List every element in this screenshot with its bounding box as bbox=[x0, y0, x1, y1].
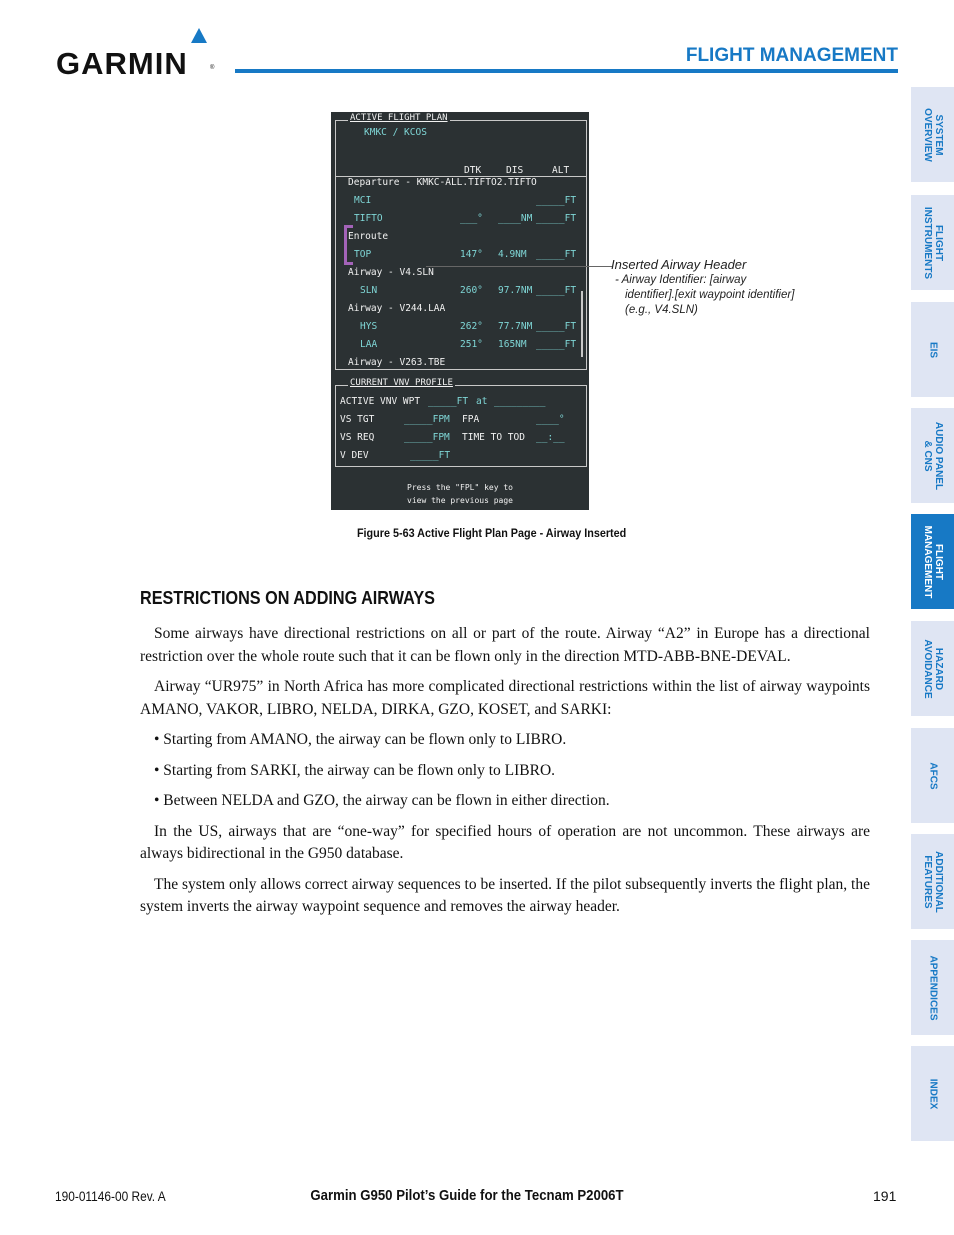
chapter-tab-label: ADDITIONAL FEATURES bbox=[921, 850, 944, 913]
callout-leader-line bbox=[426, 266, 612, 267]
vnv-profile-box: CURRENT VNV PROFILE ACTIVE VNV WPT _____… bbox=[335, 378, 587, 467]
route-label: KMKC / KCOS bbox=[364, 127, 427, 138]
fpl-box: ACTIVE FLIGHT PLAN KMKC / KCOS DTK DIS A… bbox=[335, 113, 587, 370]
fpl-dis: 4.9NM bbox=[498, 249, 527, 260]
fpl-dtk: ___° bbox=[460, 213, 483, 224]
chapter-tab-label: HAZARD AVOIDANCE bbox=[921, 638, 944, 699]
vs-req-value: _____FPM bbox=[404, 432, 450, 443]
fpl-waypoint[interactable]: TIFTO bbox=[354, 213, 383, 224]
chapter-tab[interactable]: FLIGHT INSTRUMENTS bbox=[911, 195, 954, 290]
tod-value: __:__ bbox=[536, 432, 565, 443]
footer-title-text: Garmin G950 Pilot’s Guide for the Tecnam… bbox=[310, 1187, 624, 1204]
vdev-label: V DEV bbox=[340, 450, 369, 461]
fpl-dis: 165NM bbox=[498, 339, 527, 350]
chapter-tab-label: APPENDICES bbox=[927, 954, 938, 1021]
chapter-tab-label: EIS bbox=[927, 341, 938, 358]
fpl-leg-header[interactable]: Departure - KMKC-ALL.TIFTO2.TIFTO bbox=[348, 177, 537, 188]
chapter-tab-label: AUDIO PANEL & CNS bbox=[921, 421, 944, 490]
figure-caption: Figure 5-63 Active Flight Plan Page - Ai… bbox=[0, 526, 954, 540]
scrollbar[interactable] bbox=[581, 291, 583, 357]
callout-line-2: identifier].[exit waypoint identifier] bbox=[625, 289, 795, 301]
chapter-tab[interactable]: ADDITIONAL FEATURES bbox=[911, 834, 954, 929]
callout-line-3: (e.g., V4.SLN) bbox=[625, 304, 698, 316]
fpl-waypoint[interactable]: TOP bbox=[354, 249, 371, 260]
fpl-waypoint[interactable]: LAA bbox=[360, 339, 377, 350]
vs-req-label: VS REQ bbox=[340, 432, 375, 443]
bullet-item: • Starting from AMANO, the airway can be… bbox=[154, 731, 567, 748]
fpl-leg-header[interactable]: Airway - V244.LAA bbox=[348, 303, 445, 314]
col-alt: ALT bbox=[552, 165, 570, 176]
chapter-tab-label: SYSTEM OVERVIEW bbox=[921, 107, 944, 162]
active-vnv-wpt: _________ bbox=[494, 396, 546, 407]
bullet-item: • Starting from SARKI, the airway can be… bbox=[154, 761, 556, 779]
vs-tgt-value: _____FPM bbox=[404, 414, 450, 425]
fpl-dis: 77.7NM bbox=[498, 321, 533, 332]
chapter-tab[interactable]: INDEX bbox=[911, 1046, 954, 1141]
active-vnv-at: at bbox=[476, 396, 488, 407]
fpl-leg-header[interactable]: Airway - V263.TBE bbox=[348, 357, 445, 368]
col-dis: DIS bbox=[506, 165, 524, 176]
fpl-leg-header[interactable]: Enroute bbox=[348, 231, 388, 242]
fpl-dtk: 251° bbox=[460, 339, 483, 350]
prompt-line-1: Press the "FPL" key to bbox=[407, 483, 513, 492]
fpl-alt: _____FT bbox=[536, 285, 577, 296]
fpl-title: ACTIVE FLIGHT PLAN bbox=[348, 113, 450, 123]
section-heading: RESTRICTIONS ON ADDING AIRWAYS bbox=[140, 588, 435, 608]
chapter-tab[interactable]: AUDIO PANEL & CNS bbox=[911, 408, 954, 503]
fpl-dtk: 260° bbox=[460, 285, 483, 296]
header-rule bbox=[235, 69, 898, 73]
active-vnv-value: _____FT bbox=[428, 396, 469, 407]
paragraph: The system only allows correct airway se… bbox=[140, 875, 870, 916]
active-flight-plan-screen: ACTIVE FLIGHT PLAN KMKC / KCOS DTK DIS A… bbox=[331, 112, 589, 510]
chapter-tab-label: FLIGHT MANAGEMENT bbox=[921, 525, 944, 598]
fpl-waypoint[interactable]: HYS bbox=[360, 321, 377, 332]
vs-tgt-label: VS TGT bbox=[340, 414, 375, 425]
fpl-alt: _____FT bbox=[536, 195, 577, 206]
figure-caption-text: Figure 5-63 Active Flight Plan Page - Ai… bbox=[357, 526, 627, 540]
page-number: 191 bbox=[873, 1188, 897, 1204]
fpl-dis: ____NM bbox=[498, 213, 533, 224]
fpl-alt: _____FT bbox=[536, 321, 577, 332]
fpl-dis: 97.7NM bbox=[498, 285, 533, 296]
callout-line-1: - Airway Identifier: [airway bbox=[615, 274, 747, 286]
col-dtk: DTK bbox=[464, 165, 482, 176]
active-vnv-label: ACTIVE VNV WPT bbox=[340, 396, 421, 407]
callout-title: Inserted Airway Header bbox=[611, 257, 747, 272]
footer-title: Garmin G950 Pilot’s Guide for the Tecnam… bbox=[0, 1187, 954, 1204]
fpl-alt: _____FT bbox=[536, 339, 577, 350]
prompt-line-2: view the previous page bbox=[407, 496, 513, 505]
chapter-tab[interactable]: EIS bbox=[911, 302, 954, 397]
chapter-tab-label: FLIGHT INSTRUMENTS bbox=[921, 206, 944, 279]
chapter-tab[interactable]: FLIGHT MANAGEMENT bbox=[911, 514, 954, 609]
garmin-delta-icon bbox=[191, 28, 207, 43]
chapter-tab[interactable]: SYSTEM OVERVIEW bbox=[911, 87, 954, 182]
fpa-label: FPA bbox=[462, 414, 480, 425]
bullet-item: • Between NELDA and GZO, the airway can … bbox=[154, 792, 610, 809]
tod-label: TIME TO TOD bbox=[462, 432, 525, 443]
garmin-logo: GARMIN bbox=[56, 46, 188, 81]
fpl-waypoint[interactable]: SLN bbox=[360, 285, 377, 296]
fpl-alt: _____FT bbox=[536, 213, 577, 224]
paragraph: In the US, airways that are “one-way” fo… bbox=[140, 822, 870, 863]
fpl-leg-header[interactable]: Airway - V4.SLN bbox=[348, 267, 434, 278]
fpl-dtk: 147° bbox=[460, 249, 483, 260]
chapter-tab-label: AFCS bbox=[927, 761, 938, 790]
callout: Inserted Airway Header - Airway Identifi… bbox=[611, 257, 794, 318]
paragraph: Some airways have directional restrictio… bbox=[140, 625, 870, 665]
vdev-value: _____FT bbox=[410, 450, 451, 461]
chapter-tab[interactable]: HAZARD AVOIDANCE bbox=[911, 621, 954, 716]
vnv-title: CURRENT VNV PROFILE bbox=[348, 378, 455, 388]
chapter-tab[interactable]: APPENDICES bbox=[911, 940, 954, 1035]
fpl-alt: _____FT bbox=[536, 249, 577, 260]
chapter-tab-label: INDEX bbox=[927, 1078, 938, 1109]
registered-mark: ® bbox=[210, 65, 215, 71]
chapter-tab[interactable]: AFCS bbox=[911, 728, 954, 823]
fpa-value: ____° bbox=[536, 414, 565, 425]
section-title: FLIGHT MANAGEMENT bbox=[685, 45, 898, 66]
fpl-dtk: 262° bbox=[460, 321, 483, 332]
section-body: Some airways have directional restrictio… bbox=[140, 623, 870, 927]
fpl-waypoint[interactable]: MCI bbox=[354, 195, 371, 206]
paragraph: Airway “UR975” in North Africa has more … bbox=[140, 678, 870, 718]
